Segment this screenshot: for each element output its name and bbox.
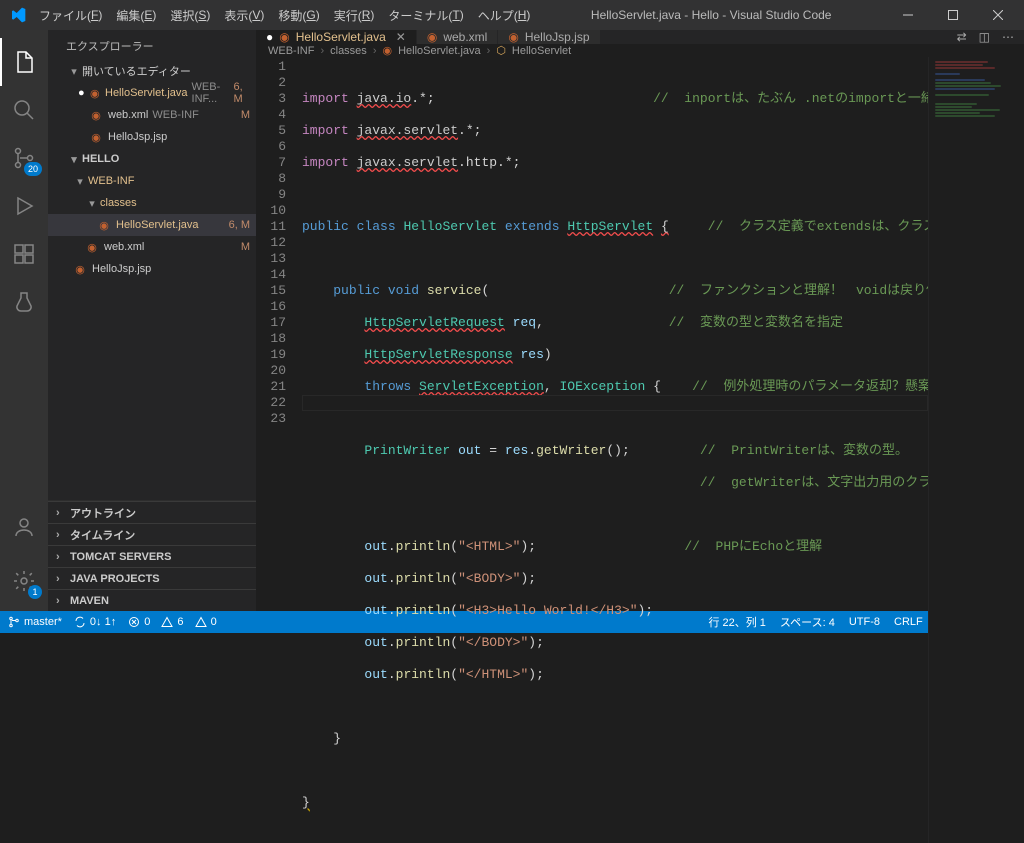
breadcrumb-item[interactable]: WEB-INF bbox=[268, 45, 314, 57]
scm-badge: 20 bbox=[24, 162, 42, 176]
editor-tab[interactable]: ◉HelloJsp.jsp bbox=[498, 30, 600, 44]
java-file-icon: ◉ bbox=[279, 30, 289, 44]
compare-changes-icon[interactable]: ⇄ bbox=[957, 30, 967, 44]
panel-section[interactable]: ›アウトライン bbox=[48, 501, 256, 523]
editor-group: ●◉HelloServlet.java✕◉web.xml◉HelloJsp.js… bbox=[256, 30, 1024, 611]
run-debug-icon[interactable] bbox=[0, 182, 48, 230]
open-editor-item[interactable]: ◉HelloJsp.jsp bbox=[48, 126, 256, 148]
open-editor-item[interactable]: ◉web.xmlWEB-INFM bbox=[48, 104, 256, 126]
code-editor[interactable]: 1234567891011121314151617181920212223 im… bbox=[256, 57, 1024, 843]
file-item[interactable]: ◉HelloJsp.jsp bbox=[48, 258, 256, 280]
jsp-file-icon: ◉ bbox=[508, 30, 518, 44]
menu-g[interactable]: 移動(G) bbox=[271, 0, 326, 30]
panel-section[interactable]: ›タイムライン bbox=[48, 523, 256, 545]
maximize-button[interactable] bbox=[930, 0, 975, 30]
minimap[interactable] bbox=[928, 57, 1024, 843]
sidebar-title: エクスプローラー bbox=[48, 30, 256, 60]
workspace-name: HELLO bbox=[82, 153, 119, 165]
editor-tabs: ●◉HelloServlet.java✕◉web.xml◉HelloJsp.js… bbox=[256, 30, 1024, 44]
minimize-button[interactable] bbox=[885, 0, 930, 30]
menu-h[interactable]: ヘルプ(H) bbox=[471, 0, 538, 30]
search-icon[interactable] bbox=[0, 86, 48, 134]
line-number-gutter: 1234567891011121314151617181920212223 bbox=[256, 57, 302, 843]
close-button[interactable] bbox=[975, 0, 1020, 30]
activity-bar: 20 1 bbox=[0, 30, 48, 611]
more-actions-icon[interactable]: ⋯ bbox=[1002, 30, 1014, 44]
menu-e[interactable]: 編集(E) bbox=[109, 0, 163, 30]
menu-items: ファイル(F)編集(E)選択(S)表示(V)移動(G)実行(R)ターミナル(T)… bbox=[32, 0, 537, 30]
sync-status[interactable]: 0↓ 1↑ bbox=[74, 616, 116, 628]
breadcrumb-item[interactable]: classes bbox=[330, 45, 367, 57]
sidebar: エクスプローラー ▾開いているエディター ●◉HelloServlet.java… bbox=[48, 30, 256, 611]
explorer-icon[interactable] bbox=[0, 38, 48, 86]
open-editors-label: 開いているエディター bbox=[82, 63, 191, 79]
source-control-icon[interactable]: 20 bbox=[0, 134, 48, 182]
editor-tab[interactable]: ●◉HelloServlet.java✕ bbox=[256, 30, 417, 44]
menu-f[interactable]: ファイル(F) bbox=[32, 0, 109, 30]
accounts-icon[interactable] bbox=[0, 503, 48, 551]
xml-file-icon: ◉ bbox=[427, 30, 437, 44]
open-editors-section[interactable]: ▾開いているエディター bbox=[48, 60, 256, 82]
breadcrumb-item[interactable]: HelloServlet bbox=[512, 45, 571, 57]
menu-t[interactable]: ターミナル(T) bbox=[381, 0, 470, 30]
code-content[interactable]: import java.io.*; // inportは、たぶん .netのim… bbox=[302, 57, 928, 843]
folder-item[interactable]: ▾classes bbox=[48, 192, 256, 214]
menubar: ファイル(F)編集(E)選択(S)表示(V)移動(G)実行(R)ターミナル(T)… bbox=[0, 0, 1024, 30]
menu-v[interactable]: 表示(V) bbox=[217, 0, 271, 30]
settings-badge: 1 bbox=[28, 585, 42, 599]
breadcrumb-item[interactable]: HelloServlet.java bbox=[398, 45, 481, 57]
menu-s[interactable]: 選択(S) bbox=[163, 0, 217, 30]
file-item[interactable]: ◉web.xmlM bbox=[48, 236, 256, 258]
panel-section[interactable]: ›MAVEN bbox=[48, 589, 256, 611]
class-icon: ⬡ bbox=[496, 44, 506, 57]
window-title: HelloServlet.java - Hello - Visual Studi… bbox=[537, 8, 885, 22]
breadcrumb[interactable]: WEB-INF› classes› ◉HelloServlet.java› ⬡H… bbox=[256, 44, 1024, 57]
panel-section[interactable]: ›JAVA PROJECTS bbox=[48, 567, 256, 589]
file-item[interactable]: ◉HelloServlet.java6, M bbox=[48, 214, 256, 236]
java-file-icon: ◉ bbox=[382, 44, 392, 57]
open-editor-item[interactable]: ●◉HelloServlet.javaWEB-INF...6, M bbox=[48, 82, 256, 104]
problems-status[interactable]: 0 6 0 bbox=[128, 616, 217, 628]
close-icon[interactable]: ✕ bbox=[396, 30, 406, 44]
main-area: 20 1 エクスプローラー ▾開いているエディター ●◉HelloServlet… bbox=[0, 30, 1024, 611]
window-controls bbox=[885, 0, 1020, 30]
split-editor-icon[interactable]: ◫ bbox=[979, 30, 990, 44]
editor-tab[interactable]: ◉web.xml bbox=[417, 30, 499, 44]
menu-r[interactable]: 実行(R) bbox=[327, 0, 382, 30]
branch-status[interactable]: master* bbox=[8, 616, 62, 628]
explorer-tree: ▾開いているエディター ●◉HelloServlet.javaWEB-INF..… bbox=[48, 60, 256, 500]
extensions-icon[interactable] bbox=[0, 230, 48, 278]
settings-gear-icon[interactable]: 1 bbox=[0, 557, 48, 605]
workspace-section[interactable]: ▾HELLO bbox=[48, 148, 256, 170]
folder-item[interactable]: ▾WEB-INF bbox=[48, 170, 256, 192]
vscode-logo-icon bbox=[4, 7, 32, 23]
panel-section[interactable]: ›TOMCAT SERVERS bbox=[48, 545, 256, 567]
testing-icon[interactable] bbox=[0, 278, 48, 326]
